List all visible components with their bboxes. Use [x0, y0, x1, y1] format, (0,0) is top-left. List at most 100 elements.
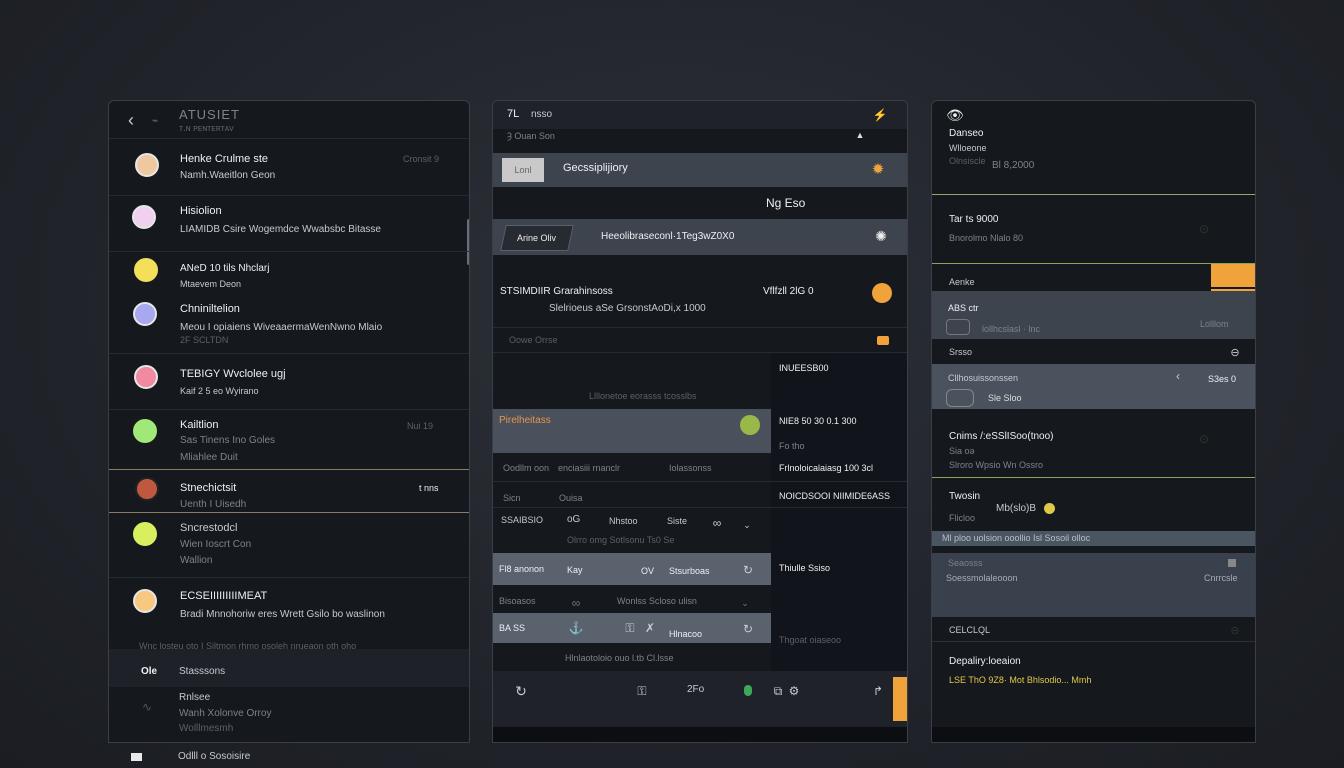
item-name: Chniniltelion — [180, 303, 240, 315]
refresh-icon[interactable]: ↻ — [741, 563, 755, 577]
detail-meta-secondary: Olnsiscle — [949, 156, 986, 166]
cell: Wonlss Scloso ulisn — [617, 596, 697, 606]
pill-text: Heeolibraseconl·1Teg3wZ0X0 — [601, 231, 735, 242]
cell: Ouisa — [559, 493, 583, 503]
row-meta: Soessmolaleooon — [946, 573, 1018, 583]
list-item-selected[interactable]: Stnechictsit Uenth I Uisedh t nns — [109, 469, 469, 513]
row-title: Seaosss — [948, 558, 983, 568]
settings-icon[interactable]: ⚙ — [787, 683, 801, 699]
anchor-icon: ⚓ — [568, 621, 584, 635]
flag-icon — [877, 336, 889, 345]
flash-icon[interactable]: ⚡ — [873, 108, 888, 122]
avatar — [133, 419, 157, 443]
item-meta-secondary: Wallion — [180, 555, 213, 566]
row-value: NOICDSOOI NIIMIDE6ASS — [779, 491, 891, 501]
cell: Stsurboas — [669, 566, 710, 576]
details-panel: 👁 Danseo Wlloeone Olnsiscle Bl 8,2000 Ta… — [931, 100, 1256, 743]
detail-amount: Bl 8,2000 — [992, 160, 1035, 171]
item-meta: Bradi Mnnohoriw eres Wrett Gsilo bo wasl… — [180, 609, 385, 620]
filter-icon[interactable]: ⌁ — [147, 113, 163, 127]
item-time: Nui 19 — [407, 421, 434, 431]
header-title: nsso — [531, 109, 553, 120]
lock-icon[interactable]: ⚿ — [635, 683, 649, 699]
row-meta: Sia ᴏǝ — [949, 446, 975, 456]
item-meta: LIAMIDB Csire Wogemdce Wwabsbc Bitasse — [180, 224, 381, 235]
link-icon[interactable]: ∞ — [569, 596, 583, 610]
status-dot-icon — [872, 283, 892, 303]
row-title: Depaliry:loeaion — [949, 656, 1021, 667]
toggle-icon[interactable]: ⊙ — [1192, 431, 1216, 447]
cell: Iolassonss — [669, 463, 712, 473]
section-head-left: Oowe Orrse — [509, 335, 558, 345]
info-icon[interactable]: ⊖ — [1228, 623, 1242, 637]
row-meta-secondary: Slroro Wpsio Wn Ossro — [949, 460, 1044, 470]
bar-right: Lolllom — [1200, 319, 1229, 329]
toggle-icon[interactable] — [744, 685, 752, 696]
eye-icon[interactable]: 👁 — [946, 107, 964, 123]
item-name: TEBIGY Wvclolee ugj — [180, 368, 286, 380]
row-label: Pirelheitass — [499, 415, 551, 426]
toggle[interactable] — [946, 389, 974, 407]
pin-icon: ✗ — [644, 621, 656, 635]
triangle-up-icon: ▲ — [855, 130, 865, 140]
item-meta-secondary: Mliahlee Duit — [180, 452, 238, 463]
refresh-icon[interactable]: ↻ — [513, 683, 529, 699]
back-arrow-icon[interactable]: ‹ — [123, 110, 139, 130]
item-name: ECSEIIIIIIIIIMEAT — [180, 590, 268, 602]
avatar — [134, 365, 158, 389]
link-icon[interactable]: ∞ — [709, 516, 725, 530]
panel-title: ATUSIET — [179, 107, 240, 122]
item-name: Sncrestodcl — [180, 522, 238, 534]
row-amount: Mb(slo)B — [996, 503, 1037, 514]
copy-icon[interactable]: ⧉ — [771, 683, 785, 699]
checkbox[interactable] — [946, 319, 970, 335]
item-name: Kailtlion — [180, 419, 219, 431]
refresh-icon[interactable]: ↻ — [741, 622, 755, 636]
cell: OV — [641, 566, 655, 576]
avatar — [135, 477, 159, 501]
row-title: Tar ts 9000 — [949, 214, 999, 225]
footer-item-icon: Ole — [141, 666, 158, 677]
cell: Fl8 anonon — [499, 564, 545, 574]
sparkle-icon: ✺ — [875, 227, 887, 244]
item-meta: Mtaevem Deon — [180, 279, 242, 289]
lock-icon: ⚿ — [625, 620, 635, 635]
pill-button[interactable]: Arine Oliv — [500, 225, 574, 251]
chevron-down-icon[interactable]: ⌄ — [741, 519, 753, 531]
row-title: Gecssiplijiory — [563, 162, 628, 174]
sub-label: Ȝ Ouan Son — [507, 131, 555, 141]
chevron-left-icon[interactable]: ‹ — [1172, 369, 1184, 383]
item-meta: Meou I opiaiens WiveaaermaWenNwno Mlaio — [180, 322, 383, 333]
sunburst-icon: ✹ — [871, 161, 885, 178]
arrow-icon[interactable]: ↱ — [871, 683, 885, 699]
avatar — [134, 258, 158, 282]
stat-right: Vflfzll 2lG 0 — [763, 286, 814, 297]
badge: Lonl — [502, 158, 544, 182]
row-meta: Flicloo — [949, 513, 976, 523]
info-icon[interactable]: ⊖ — [1228, 345, 1242, 359]
toggle-icon[interactable]: ⊙ — [1192, 221, 1216, 237]
row-value-secondary: Fo tho — [779, 441, 805, 451]
square-icon — [1228, 559, 1236, 567]
bar-title: Cllhosuissonssen — [948, 373, 1019, 383]
footer-item-label[interactable]: Stasssons — [179, 666, 225, 677]
avatar — [135, 153, 159, 177]
band-text: Ml ploo uolsion ooollio Isl Sosoil olloc — [942, 533, 1091, 543]
bar-right: S3es 0 — [1208, 374, 1237, 384]
chevron-down-icon[interactable]: ⌄ — [739, 597, 751, 609]
cell: Kay — [567, 565, 583, 575]
back-button[interactable]: 7L — [507, 108, 519, 120]
item-meta: Namh.Waeitlon Geon — [180, 170, 276, 181]
wave-icon: ∿ — [141, 700, 153, 714]
cell: Hlnacoo — [669, 629, 703, 639]
avatar — [132, 205, 156, 229]
footer-item-title: Rnlsee — [179, 692, 211, 703]
row-value: Frlnoloicalaiasg 100 3cl — [779, 463, 874, 473]
bottom-label: Odlll o Sosoisire — [178, 751, 251, 762]
scrollbar-thumb[interactable] — [467, 219, 469, 265]
amount: Ng Eso — [766, 196, 806, 210]
pill-label: Arine Oliv — [517, 233, 557, 243]
section-title: Aenke — [949, 277, 975, 287]
coin-icon — [1044, 503, 1055, 514]
zoom-label[interactable]: 2Fo — [687, 684, 704, 695]
